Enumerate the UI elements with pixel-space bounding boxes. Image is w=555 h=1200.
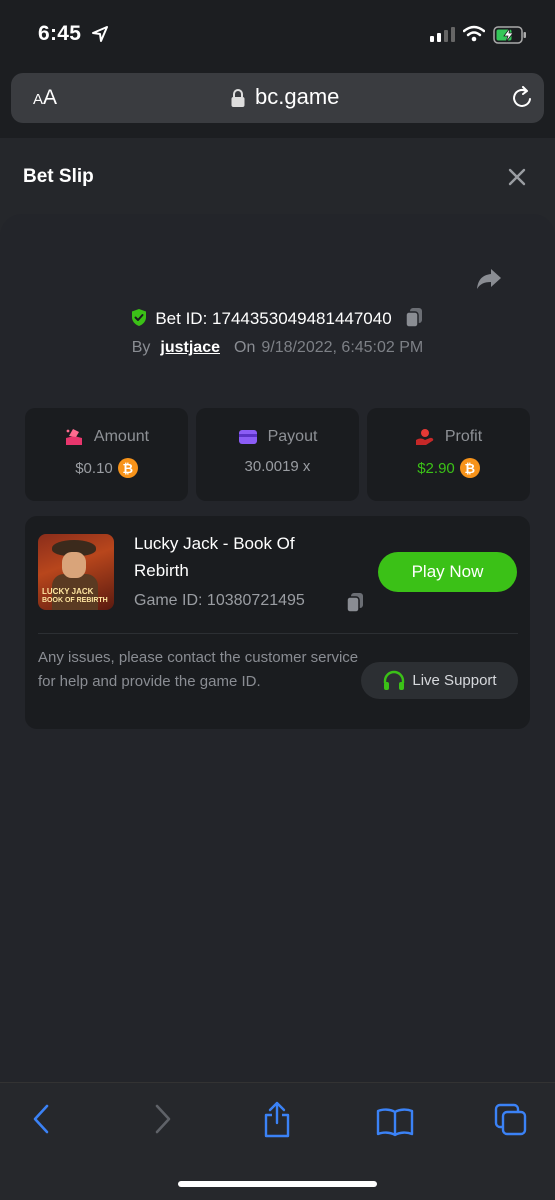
- status-time: 6:45: [38, 22, 82, 45]
- game-id: Game ID: 10380721495: [134, 592, 305, 609]
- amount-icon: [65, 429, 82, 445]
- reload-icon[interactable]: [511, 86, 535, 110]
- home-indicator[interactable]: [178, 1181, 377, 1187]
- url-domain[interactable]: bc.game: [255, 84, 339, 110]
- payout-card: Payout 30.0019 x: [196, 408, 359, 501]
- location-arrow-icon: [92, 26, 108, 42]
- bet-id-label: Bet ID:: [155, 309, 208, 328]
- headset-icon: [384, 670, 405, 690]
- share-icon[interactable]: [476, 268, 502, 290]
- reader-settings-button[interactable]: AA: [33, 86, 57, 110]
- shield-check-icon: [132, 309, 147, 326]
- bet-stats: Amount $0.10 ₿ Payout 30.0019 x Profit $…: [25, 408, 530, 501]
- live-support-button[interactable]: Live Support: [361, 662, 518, 699]
- profit-icon: [415, 429, 434, 445]
- game-card: LUCKY JACK BOOK OF REBIRTH Lucky Jack - …: [25, 516, 530, 729]
- payout-label: Payout: [267, 428, 318, 445]
- copy-icon[interactable]: [345, 592, 365, 613]
- close-icon[interactable]: [506, 166, 528, 188]
- on-label: On: [234, 339, 256, 356]
- bitcoin-icon: ₿: [459, 458, 480, 478]
- amount-label: Amount: [93, 428, 150, 445]
- back-icon[interactable]: [30, 1103, 54, 1135]
- by-label: By: [131, 339, 151, 356]
- bitcoin-icon: ₿: [117, 458, 138, 478]
- play-now-button[interactable]: Play Now: [378, 552, 517, 592]
- copy-icon[interactable]: [404, 307, 424, 328]
- amount-value: $0.10: [75, 459, 113, 477]
- profit-value: $2.90: [417, 459, 455, 477]
- forward-icon[interactable]: [150, 1103, 174, 1135]
- divider: [38, 633, 518, 634]
- game-name[interactable]: Lucky Jack - Book Of Rebirth: [134, 530, 354, 584]
- support-note: Any issues, please contact the customer …: [38, 649, 359, 690]
- payout-value: 30.0019 x: [244, 458, 311, 475]
- bet-slip-panel: Bet ID: 1744353049481447040 By justjace On…: [0, 214, 555, 1082]
- status-bar: 6:45: [0, 0, 555, 66]
- lock-icon: [231, 89, 245, 107]
- amount-card: Amount $0.10 ₿: [25, 408, 188, 501]
- page-title: Bet Slip: [23, 166, 94, 187]
- bet-id-value: 1744353049481447040: [212, 309, 392, 328]
- bet-id-row: Bet ID: 1744353049481447040: [0, 307, 555, 329]
- game-thumbnail[interactable]: LUCKY JACK BOOK OF REBIRTH: [38, 534, 114, 610]
- profit-card: Profit $2.90 ₿: [367, 408, 530, 501]
- tabs-icon[interactable]: [494, 1103, 528, 1137]
- username-link[interactable]: justjace: [160, 339, 220, 356]
- battery-charging-icon: [493, 26, 526, 44]
- signal-icon: [430, 27, 455, 42]
- sheet-header: Bet Slip: [0, 138, 555, 215]
- profit-label: Profit: [444, 428, 483, 445]
- bet-slip-card: Bet ID: 1744353049481447040 By justjace On…: [0, 214, 555, 1082]
- live-support-label: Live Support: [412, 672, 497, 689]
- browser-chrome: AA bc.game: [0, 66, 555, 138]
- wifi-icon: [463, 25, 485, 42]
- address-bar[interactable]: AA bc.game: [11, 73, 544, 123]
- payout-icon: [238, 430, 257, 444]
- bet-date: 9/18/2022, 6:45:02 PM: [261, 339, 424, 356]
- bookmarks-icon[interactable]: [376, 1107, 414, 1137]
- bet-meta-row: By justjace On 9/18/2022, 6:45:02 PM: [0, 339, 555, 357]
- share-sheet-icon[interactable]: [262, 1101, 292, 1139]
